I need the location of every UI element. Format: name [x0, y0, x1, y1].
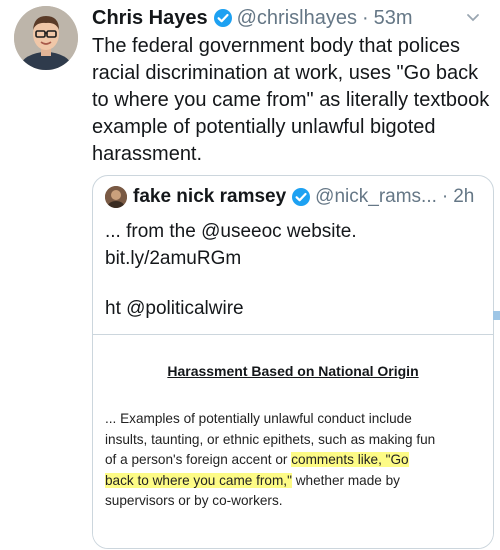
- embed-body: ... Examples of potentially unlawful con…: [105, 409, 481, 512]
- quoted-text-line: ht @politicalwire: [105, 298, 244, 319]
- quoted-tweet-header: fake nick ramsey @nick_rams... · 2h: [105, 184, 483, 210]
- embed-line: supervisors or by co-workers.: [105, 493, 283, 508]
- chevron-down-icon[interactable]: [464, 8, 482, 26]
- quoted-tweet-card[interactable]: fake nick ramsey @nick_rams... · 2h ... …: [92, 175, 494, 549]
- verified-badge-icon: [291, 187, 311, 207]
- tweet-header: Chris Hayes @chrislhayes · 53m: [92, 4, 482, 32]
- embed-line: of a person's foreign accent or comments…: [105, 450, 481, 471]
- tweet-text-line: harassment.: [92, 143, 203, 165]
- quoted-author-handle[interactable]: @nick_rams...: [315, 186, 437, 208]
- highlighted-text: back to where you came from,": [105, 472, 292, 488]
- embed-line: insults, taunting, or ethnic epithets, s…: [105, 431, 436, 447]
- verified-badge-icon: [213, 8, 233, 28]
- header-separator: ·: [361, 6, 369, 29]
- author-name[interactable]: Chris Hayes: [92, 7, 208, 30]
- quoted-tweet-text: ... from the @useeoc website. bit.ly/2am…: [105, 218, 485, 322]
- embed-line: back to where you came from," whether ma…: [105, 471, 481, 492]
- embedded-screenshot[interactable]: Harassment Based on National Origin ... …: [93, 334, 493, 548]
- tweet-text-line: example of potentially unlawful bigoted: [92, 116, 436, 138]
- tweet-text-line: racial discrimination at work, uses "Go …: [92, 62, 479, 84]
- author-handle[interactable]: @chrislhayes: [237, 7, 357, 30]
- embed-heading: Harassment Based on National Origin: [167, 363, 419, 379]
- scroll-indicator: [493, 311, 500, 320]
- quoted-text-spacer: [105, 272, 485, 295]
- quoted-text-line: ... from the @useeoc website.: [105, 221, 357, 242]
- quoted-author-avatar[interactable]: [105, 186, 127, 208]
- quoted-link[interactable]: bit.ly/2amuRGm: [105, 245, 485, 272]
- author-avatar[interactable]: [14, 6, 78, 70]
- tweet-text-line: The federal government body that polices: [92, 35, 460, 57]
- highlighted-text: comments like, "Go: [291, 452, 409, 467]
- tweet-text-line: to where you came from" as literally tex…: [92, 89, 490, 111]
- tweet-text: The federal government body that polices…: [92, 33, 492, 168]
- quoted-tweet-timestamp[interactable]: 2h: [453, 186, 474, 208]
- tweet-timestamp[interactable]: 53m: [374, 7, 413, 30]
- quoted-header-separator: ·: [441, 186, 449, 207]
- embed-line-text: whether made by: [291, 472, 400, 488]
- embed-line: ... Examples of potentially unlawful con…: [105, 411, 412, 426]
- embed-line-text: of a person's foreign accent or: [105, 452, 292, 467]
- quoted-author-name[interactable]: fake nick ramsey: [133, 186, 286, 208]
